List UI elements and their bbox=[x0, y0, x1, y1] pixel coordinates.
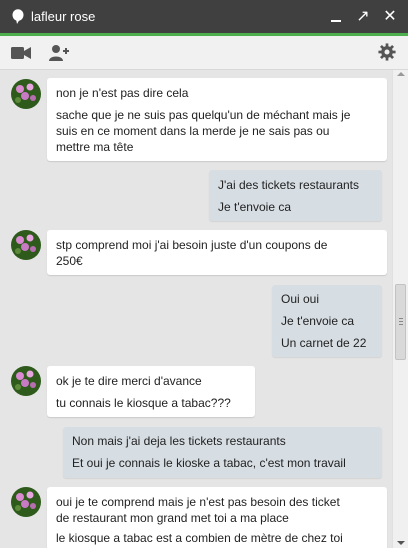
message-group-incoming: stp comprend moi j'ai besoin juste d'un … bbox=[47, 230, 387, 275]
popout-icon[interactable]: ↗ bbox=[354, 8, 372, 26]
chat-bubble-icon bbox=[12, 9, 24, 24]
grip-line bbox=[399, 321, 403, 322]
message-list[interactable]: non je n'est pas dire cela sache que je … bbox=[0, 70, 392, 548]
message-group-incoming: non je n'est pas dire cela sache que je … bbox=[47, 78, 387, 161]
message-text: J'ai des tickets restaurants bbox=[218, 178, 360, 192]
contact-avatar bbox=[11, 487, 41, 517]
message-text: Et oui je connais le kioske a tabac, c'e… bbox=[72, 456, 346, 470]
video-call-icon[interactable] bbox=[10, 44, 32, 62]
scrollbar-thumb[interactable] bbox=[395, 284, 406, 360]
message-text: non je n'est pas dire cela bbox=[56, 86, 189, 100]
chat-window-titlebar: lafleur rose ↗ ✕ bbox=[0, 0, 408, 36]
message-text: sache que je ne suis pas quelqu'un de mé… bbox=[56, 108, 351, 122]
message-group-incoming: oui je te comprend mais je n'est pas bes… bbox=[47, 487, 387, 548]
contact-avatar bbox=[11, 366, 41, 396]
message-text: Un carnet de 22 bbox=[281, 336, 367, 350]
grip-line bbox=[399, 318, 403, 319]
message-text: suis en ce moment dans la merde je ne sa… bbox=[56, 124, 330, 138]
minimize-icon[interactable] bbox=[327, 8, 345, 26]
message-text: ok je te dire merci d'avance bbox=[56, 374, 202, 388]
close-icon[interactable]: ✕ bbox=[381, 8, 399, 26]
message-text: tu connais le kiosque a tabac??? bbox=[56, 396, 231, 410]
contact-avatar bbox=[11, 230, 41, 260]
message-text: de restaurant mon grand met toi a ma pla… bbox=[56, 511, 289, 525]
message-text: Je t'envoie ca bbox=[218, 200, 292, 214]
message-text: Oui oui bbox=[281, 292, 320, 306]
settings-gear-icon[interactable] bbox=[376, 43, 398, 61]
scroll-down-arrow-icon[interactable] bbox=[397, 541, 405, 545]
message-text: le kiosque a tabac est a combien de mètr… bbox=[56, 531, 343, 545]
message-group-outgoing: J'ai des tickets restaurants Je t'envoie… bbox=[209, 170, 382, 221]
message-text: Non mais j'ai deja les tickets restauran… bbox=[72, 434, 286, 448]
message-group-outgoing: Non mais j'ai deja les tickets restauran… bbox=[63, 427, 382, 478]
message-text: Je t'envoie ca bbox=[281, 314, 355, 328]
message-group-incoming: ok je te dire merci d'avance tu connais … bbox=[47, 366, 255, 417]
grip-line bbox=[399, 324, 403, 325]
scroll-up-arrow-icon[interactable] bbox=[397, 72, 405, 76]
message-group-outgoing: Oui oui Je t'envoie ca Un carnet de 22 bbox=[272, 285, 382, 357]
message-text: mettre ma tête bbox=[56, 140, 134, 154]
message-text: oui je te comprend mais je n'est pas bes… bbox=[56, 495, 340, 509]
chat-toolbar bbox=[0, 36, 408, 70]
add-person-icon[interactable] bbox=[48, 44, 70, 62]
window-title: lafleur rose bbox=[31, 9, 96, 24]
message-text: 250€ bbox=[56, 254, 83, 268]
chat-scrollbar[interactable] bbox=[392, 70, 408, 548]
contact-avatar bbox=[11, 79, 41, 109]
message-text: stp comprend moi j'ai besoin juste d'un … bbox=[56, 238, 328, 252]
